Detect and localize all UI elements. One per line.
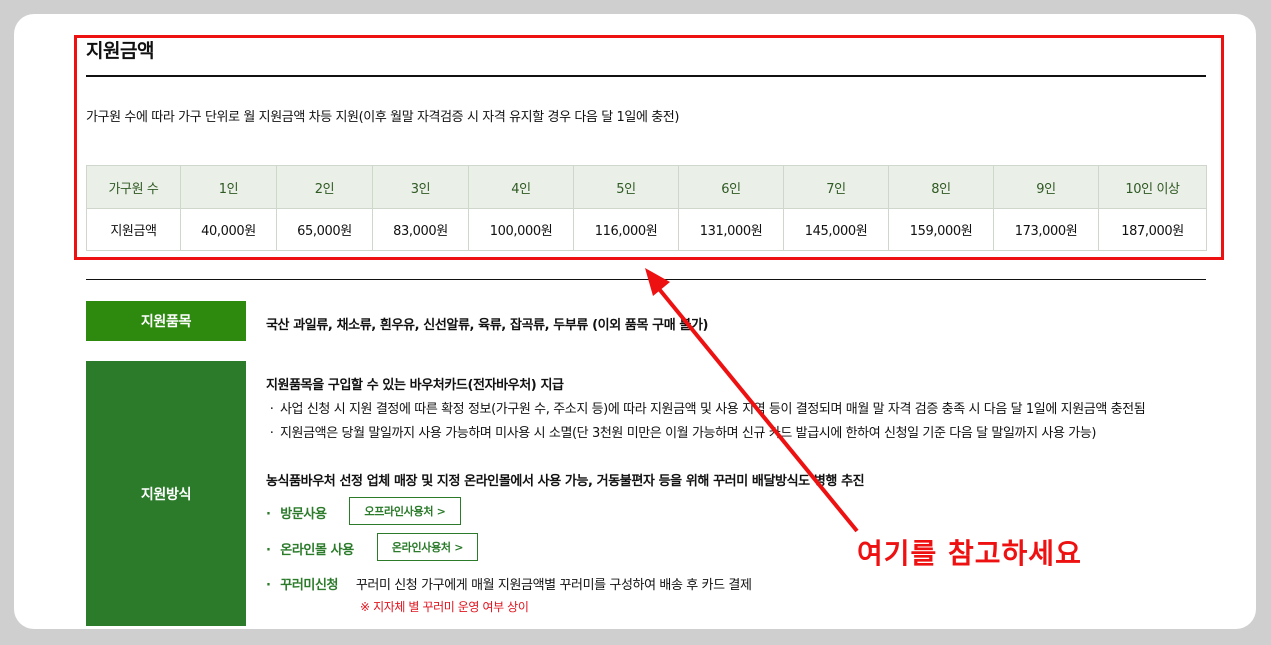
callout-arrow [645,268,859,533]
arrow-head [645,268,670,296]
arrow-line [653,282,859,533]
